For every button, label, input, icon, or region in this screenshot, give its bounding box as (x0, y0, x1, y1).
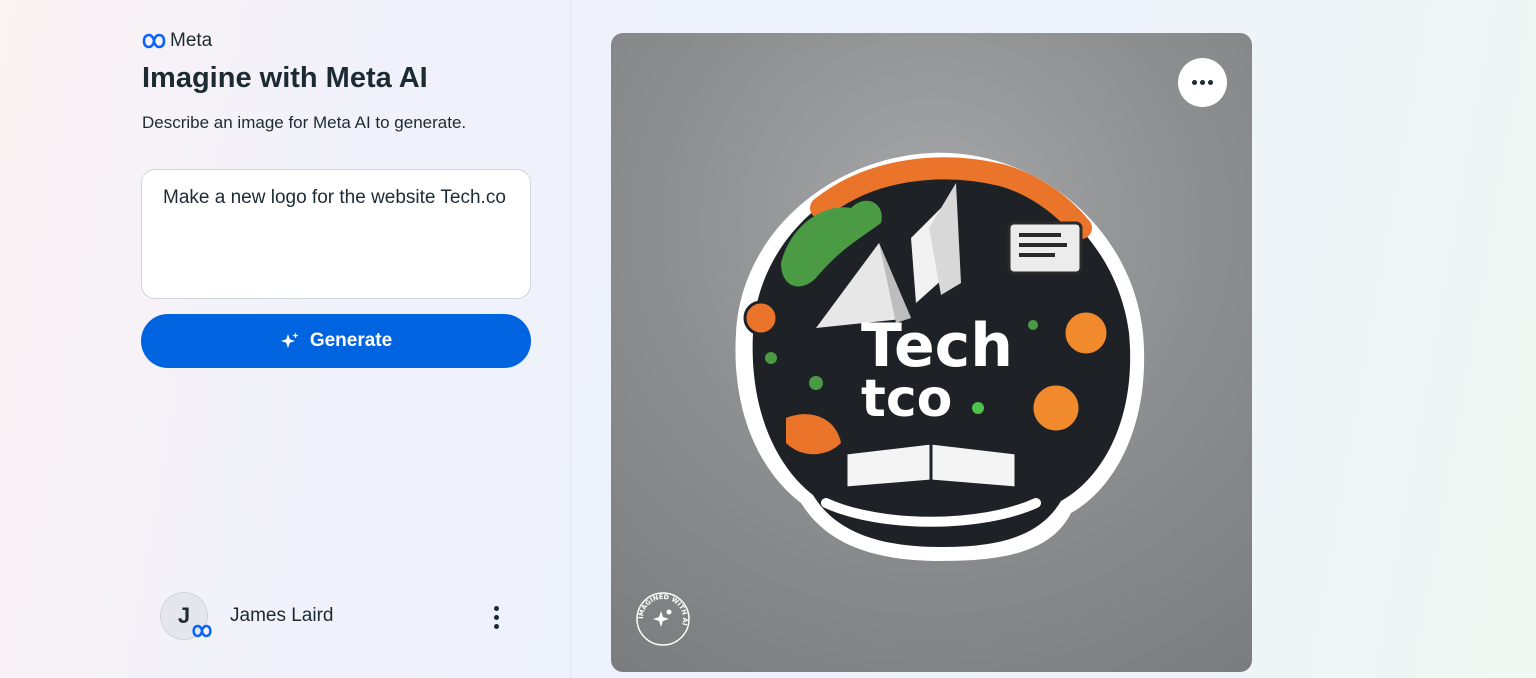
prompt-input[interactable]: Make a new logo for the website Tech.co (141, 169, 531, 299)
meta-wordmark: Meta (170, 30, 213, 51)
page-title: Imagine with Meta AI (142, 62, 428, 94)
generate-button-label: Generate (309, 330, 393, 351)
user-profile-row[interactable]: J James Laird (160, 592, 520, 642)
meta-infinity-icon (142, 33, 166, 49)
generated-logo-art: Tech tco (735, 152, 1145, 562)
meta-badge-icon (192, 624, 212, 638)
sparkle-icon (280, 332, 299, 348)
user-name: James Laird (230, 605, 334, 626)
watermark-text: IMAGINED WITH AI (637, 593, 689, 626)
svg-text:IMAGINED WITH AI: IMAGINED WITH AI (637, 593, 689, 626)
generated-image[interactable]: Tech tco IMAGINED WITH AI (611, 33, 1252, 672)
page-subtitle: Describe an image for Meta AI to generat… (142, 113, 467, 132)
kebab-menu-icon[interactable] (486, 602, 506, 632)
meta-logo[interactable]: Meta (142, 30, 212, 52)
more-horizontal-icon[interactable] (1178, 58, 1227, 107)
generate-button[interactable]: Generate (141, 314, 531, 368)
logo-text-line2: tco (861, 369, 952, 429)
imagined-with-ai-watermark: IMAGINED WITH AI (636, 592, 690, 646)
sidebar: Meta Imagine with Meta AI Describe an im… (0, 0, 571, 678)
avatar-initial: J (177, 603, 191, 628)
